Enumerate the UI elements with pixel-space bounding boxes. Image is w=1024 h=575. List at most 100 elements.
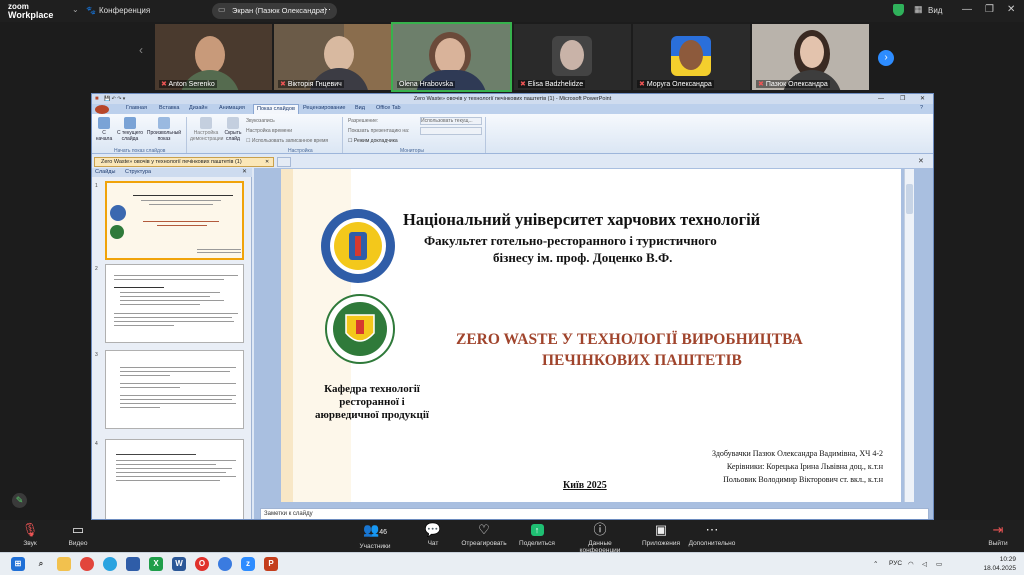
volume-icon[interactable]: ◁ <box>922 560 927 568</box>
minimize-icon[interactable]: — <box>962 4 972 15</box>
close-icon[interactable]: ✕ <box>265 158 269 166</box>
more-button[interactable]: ⋯ Дополнительно <box>682 523 742 548</box>
tab-home[interactable]: Главная <box>126 105 147 111</box>
use-timings-checkbox[interactable]: ☐ Использовать записанное время <box>246 138 328 144</box>
setup-show-button[interactable]: Настройка демонстрации <box>190 117 223 142</box>
scrollbar-thumb[interactable] <box>906 184 913 214</box>
custom-show-button[interactable]: Произвольный показ <box>146 117 182 142</box>
slide-thumbnail[interactable] <box>105 181 244 260</box>
slide-side-strip <box>281 169 293 502</box>
restore-icon[interactable]: ❐ <box>900 94 905 104</box>
quick-access-icons[interactable]: 💾 ↶ ↷ ▾ <box>104 94 125 104</box>
vertical-scrollbar[interactable] <box>904 169 914 502</box>
edge-icon[interactable] <box>126 557 140 571</box>
participants-button[interactable]: 👥46 Участники <box>345 523 405 551</box>
office-button-icon[interactable] <box>95 105 109 114</box>
view-menu[interactable]: Вид <box>928 6 942 15</box>
chevron-left-icon[interactable]: ‹ <box>139 43 143 57</box>
start-from-beginning-button[interactable]: С начала <box>94 117 114 142</box>
leave-icon: ⇥ <box>992 522 1004 537</box>
participant-tile[interactable]: ✖ Пазюк Олександра <box>752 24 869 90</box>
close-icon[interactable]: ✕ <box>1007 4 1015 15</box>
telegram-icon[interactable] <box>103 557 117 571</box>
excel-icon[interactable]: X <box>149 557 163 571</box>
video-button[interactable]: ▭ Видео <box>48 522 108 548</box>
zoom-icon[interactable]: z <box>241 557 255 571</box>
meeting-info-button[interactable]: ⓘ Данные конференции <box>569 523 631 555</box>
supervisor-text: Польовик Володимир Вікторович ст. вкл., … <box>723 475 883 484</box>
participant-tile[interactable]: ✖ Anton Serenko <box>155 24 272 90</box>
close-icon[interactable]: ✕ <box>242 168 247 175</box>
participant-tile[interactable]: ✖ Моруга Олександра <box>633 24 750 90</box>
file-explorer-icon[interactable] <box>57 557 71 571</box>
tab-view[interactable]: Вид <box>355 105 365 111</box>
slideshow-icon <box>98 117 110 129</box>
screen-share-pill[interactable]: ▭ Экран (Пазюк Олександра) ⋯ <box>212 3 337 19</box>
tab-animation[interactable]: Анимация <box>219 105 245 111</box>
document-tab[interactable]: Zero Waste» овочів у технології печінков… <box>94 157 274 167</box>
start-from-current-button[interactable]: С текущего слайда <box>116 117 144 142</box>
slide-thumbnail[interactable] <box>105 350 244 429</box>
leave-button[interactable]: ⇥ Выйти <box>968 522 1024 548</box>
city-year: Київ 2025 <box>563 480 607 491</box>
battery-icon[interactable]: ▭ <box>936 560 942 568</box>
participant-tile[interactable]: ✖ Вікторія Гнцевич <box>274 24 391 90</box>
powerpoint-icon[interactable]: P <box>264 557 278 571</box>
wifi-icon[interactable]: ◠ <box>908 560 914 568</box>
tab-insert[interactable]: Вставка <box>159 105 179 111</box>
chrome-icon[interactable] <box>80 557 94 571</box>
grid-icon[interactable]: ▦ <box>914 4 923 15</box>
tab-design[interactable]: Дизайн <box>189 105 208 111</box>
tab-office-tab[interactable]: Office Tab <box>376 105 401 111</box>
participant-tile-active[interactable]: Olena Hrabovska <box>391 22 512 92</box>
group-separator <box>485 117 486 153</box>
show-on-select[interactable] <box>420 127 482 135</box>
language-indicator[interactable]: РУС <box>889 560 902 567</box>
clock[interactable]: 10:29 18.04.2025 <box>982 555 1016 573</box>
heart-icon: ♡ <box>478 522 490 537</box>
app-icon[interactable] <box>218 557 232 571</box>
tab-slideshow[interactable]: Показ слайдов <box>253 104 299 114</box>
annotate-pen-icon[interactable]: ✎ <box>12 493 27 508</box>
slide-thumbnail[interactable] <box>105 439 244 519</box>
close-icon[interactable]: ✕ <box>918 157 924 165</box>
group-label: Начать показ слайдов <box>114 148 166 154</box>
tab-slides[interactable]: Слайды <box>95 169 115 175</box>
close-icon[interactable]: ✕ <box>920 94 925 104</box>
react-button[interactable]: ♡ Отреагировать <box>454 522 514 548</box>
ribbon-tabs: Главная Вставка Дизайн Анимация Показ сл… <box>92 104 933 114</box>
panel-tabs: Слайды Структура ✕ <box>92 168 252 177</box>
paw-icon: 🐾 <box>86 6 96 15</box>
new-tab-button[interactable] <box>277 157 291 167</box>
resolution-select[interactable]: Использовать текущ... <box>420 117 482 125</box>
word-icon[interactable]: W <box>172 557 186 571</box>
share-button[interactable]: ↑ Поделиться <box>507 523 567 547</box>
windows-start-icon[interactable]: ⊞ <box>11 557 25 571</box>
shield-icon[interactable] <box>893 4 904 16</box>
restore-icon[interactable]: ❐ <box>985 4 994 15</box>
hide-slide-button[interactable]: Скрыть слайд <box>224 117 242 142</box>
record-narration-option[interactable]: Звукозапись <box>246 118 275 124</box>
search-icon[interactable]: ⌕ <box>34 557 48 571</box>
tray-chevron-icon[interactable]: ⌃ <box>873 560 878 568</box>
more-icon[interactable]: ⋯ <box>322 4 331 15</box>
chevron-right-icon[interactable]: › <box>878 50 894 66</box>
custom-show-icon <box>158 117 170 129</box>
tab-review[interactable]: Рецензирование <box>303 105 345 111</box>
tab-outline[interactable]: Структура <box>125 169 151 175</box>
presentation-title-line2: ПЕЧІНКОВИХ ПАШТЕТІВ <box>542 352 742 369</box>
minimize-icon[interactable]: — <box>878 94 884 104</box>
help-icon[interactable]: ? <box>920 105 923 111</box>
department-name: Кафедра технології ресторанної і аюрведи… <box>315 383 429 421</box>
opera-icon[interactable]: O <box>195 557 209 571</box>
chevron-down-icon[interactable]: ⌄ <box>72 5 79 14</box>
conference-menu[interactable]: 🐾 Конференция <box>86 6 150 15</box>
camera-icon: ▭ <box>71 522 85 537</box>
rehearse-timings-option[interactable]: Настройка времени <box>246 128 292 134</box>
presenter-view-checkbox[interactable]: ☐ Режим докладчика <box>348 138 398 144</box>
notes-field[interactable]: Заметки к слайду <box>260 508 929 519</box>
hide-slide-icon <box>227 117 239 129</box>
current-slide[interactable]: Національний університет харчових технол… <box>281 169 901 502</box>
slide-thumbnail[interactable] <box>105 264 244 343</box>
participant-tile[interactable]: ✖ Elisa Badzhelidze <box>514 24 631 90</box>
